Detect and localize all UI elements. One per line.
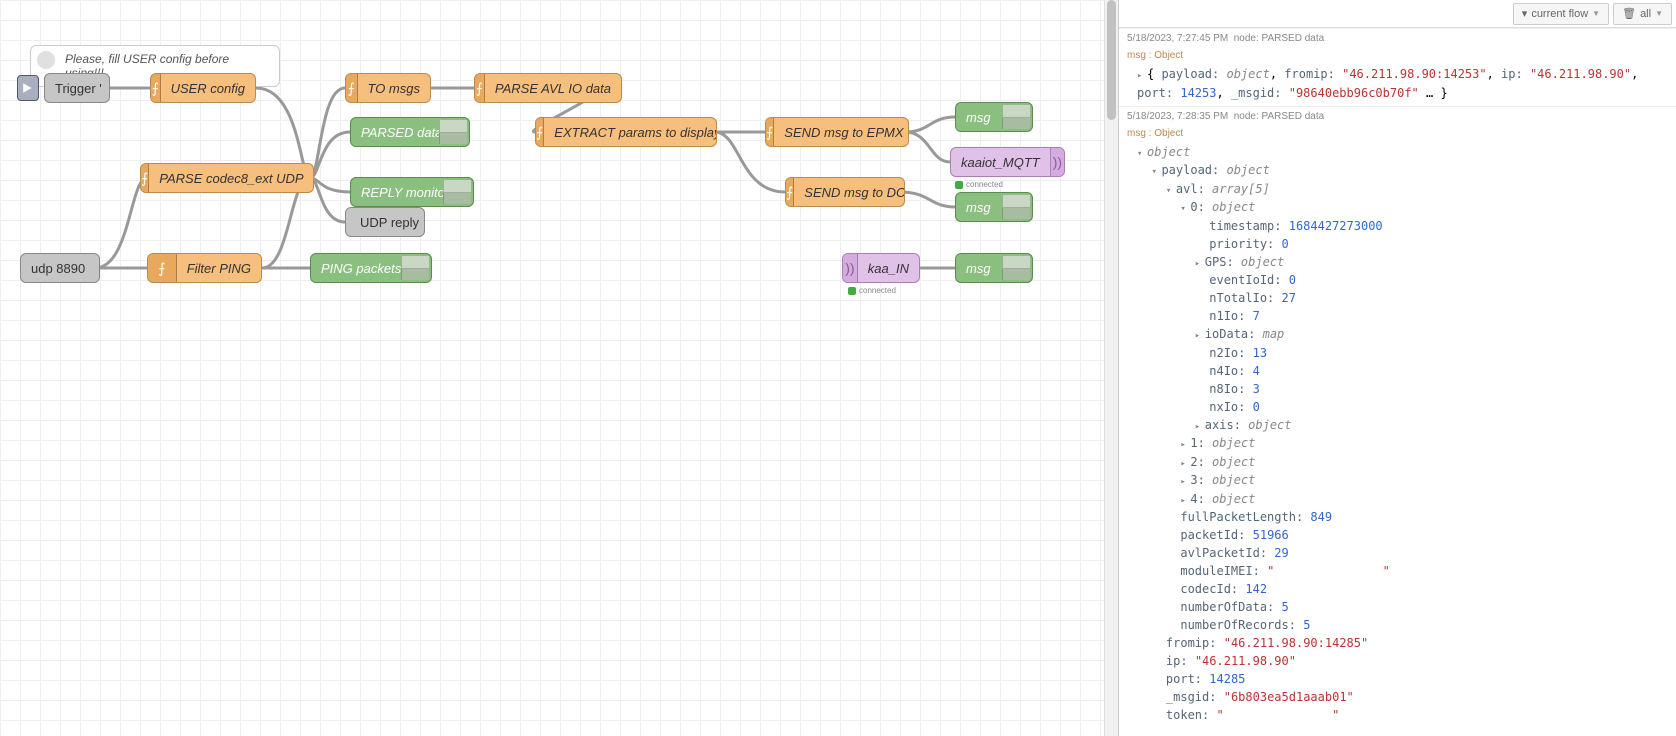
filter-button[interactable]: ▾current flow▼ [1513,3,1609,25]
expand-icon[interactable]: ▸ [1195,330,1205,344]
chevron-down-icon: ▼ [1592,9,1600,18]
expand-icon[interactable]: ▸ [1180,458,1190,472]
debug-sidebar: ▾current flow▼ 🗑all▼ 5/18/2023, 7:27:45 … [1118,0,1676,736]
trash-icon: 🗑 [1622,7,1636,20]
collapse-icon[interactable]: ▾ [1151,166,1161,180]
wires [0,0,1118,736]
node-filter-ping[interactable]: ⨍Filter PING [147,253,262,283]
collapse-icon[interactable]: ▾ [1137,148,1147,162]
expand-icon[interactable]: ▸ [1195,258,1205,272]
node-parsed-data[interactable]: PARSED data [350,117,470,147]
debug-messages[interactable]: 5/18/2023, 7:27:45 PM node: PARSED data … [1119,28,1676,736]
expand-icon[interactable]: ▸ [1180,495,1190,509]
debug-entry-topic: msg : Object [1119,126,1676,143]
inject-button[interactable] [17,75,39,101]
clear-button[interactable]: 🗑all▼ [1613,3,1672,25]
node-to-msgs[interactable]: ⨍TO msgs [345,73,431,103]
node-msg-3[interactable]: msg [955,253,1033,283]
node-extract[interactable]: ⨍EXTRACT params to display [535,117,717,147]
expand-icon[interactable]: ▸ [1195,421,1205,435]
function-icon: ⨍ [536,118,544,146]
function-icon: ⨍ [141,164,149,192]
debug-toggle[interactable] [439,120,467,144]
node-user-config[interactable]: ⨍USER config [150,73,256,103]
function-icon: ⨍ [148,254,177,282]
canvas-scrollbar[interactable] [1104,0,1118,736]
debug-entry-topic: msg : Object [1119,48,1676,65]
function-icon: ⨍ [766,118,774,146]
expand-icon[interactable]: ▸ [1137,70,1147,84]
node-send-dcx[interactable]: ⨍SEND msg to DCX [785,177,905,207]
function-icon: ⨍ [786,178,794,206]
debug-toolbar: ▾current flow▼ 🗑all▼ [1119,0,1676,28]
expand-icon[interactable]: ▸ [1180,439,1190,453]
debug-entry-body[interactable]: ▾object ▾payload: object ▾avl: array[5] … [1119,143,1676,729]
mqtt-out-icon: )) [1050,148,1064,176]
debug-toggle[interactable] [1002,105,1030,129]
status-connected-1: connected [955,180,1003,189]
node-kaaiot-mqtt[interactable]: kaaiot_MQTT)) [950,147,1065,177]
debug-entry-body[interactable]: ▸{ payload: object, fromip: "46.211.98.9… [1119,65,1676,106]
flow-canvas[interactable]: Please, fill USER config before using!!!… [0,0,1118,736]
function-icon: ⨍ [346,74,358,102]
debug-toggle[interactable] [1002,256,1030,280]
function-icon: ⨍ [151,74,161,102]
node-trigger[interactable]: Trigger ' [44,73,110,103]
debug-toggle[interactable] [401,256,429,280]
chevron-down-icon: ▼ [1655,9,1663,18]
debug-toggle[interactable] [443,180,471,204]
node-msg-1[interactable]: msg [955,102,1033,132]
status-connected-2: connected [848,286,896,295]
node-udp-reply[interactable]: UDP reply [345,207,425,237]
collapse-icon[interactable]: ▾ [1166,185,1176,199]
node-reply-monitor[interactable]: REPLY monitor [350,177,474,207]
node-send-epmx[interactable]: ⨍SEND msg to EPMX [765,117,909,147]
debug-entry-header: 5/18/2023, 7:28:35 PM node: PARSED data [1119,106,1676,126]
node-msg-2[interactable]: msg [955,192,1033,222]
debug-toggle[interactable] [1002,195,1030,219]
node-parse-codec[interactable]: ⨍PARSE codec8_ext UDP [140,163,314,193]
collapse-icon[interactable]: ▾ [1180,203,1190,217]
node-parse-avl[interactable]: ⨍PARSE AVL IO data [474,73,622,103]
node-udp-8890[interactable]: udp 8890 [20,253,100,283]
filter-icon: ▾ [1522,7,1528,20]
expand-icon[interactable]: ▸ [1180,476,1190,490]
function-icon: ⨍ [475,74,485,102]
node-ping-packets[interactable]: PING packets [310,253,432,283]
mqtt-in-icon: )) [843,254,858,282]
node-kaa-in[interactable]: ))kaa_IN [842,253,920,283]
debug-entry-header: 5/18/2023, 7:27:45 PM node: PARSED data [1119,28,1676,48]
